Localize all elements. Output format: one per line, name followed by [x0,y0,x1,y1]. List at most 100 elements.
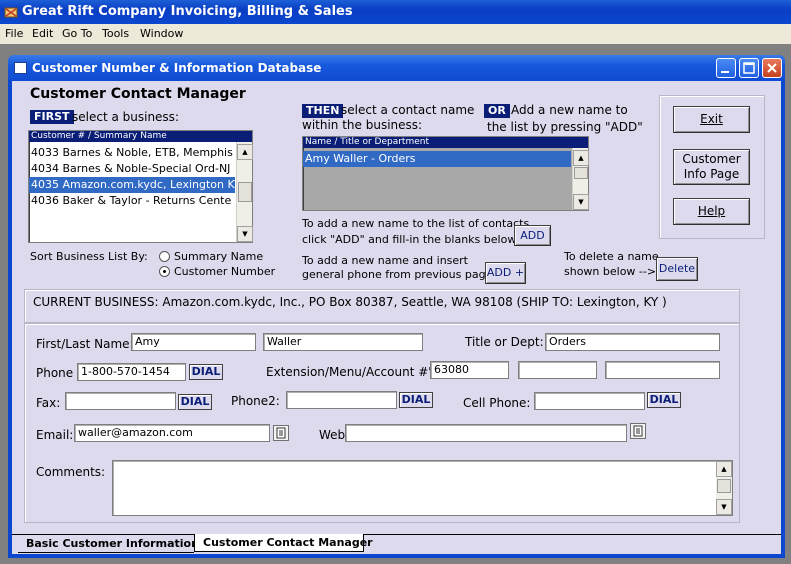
last-name-input[interactable]: Waller [263,333,423,351]
add-plus-button[interactable]: ADD + [485,262,526,284]
scroll-thumb[interactable] [574,167,588,179]
cell-phone-label: Cell Phone: [463,396,531,410]
phone-label: Phone [36,366,74,380]
contact-list-item-selected[interactable]: Amy Waller - Orders [303,151,571,167]
menu-goto[interactable]: Go To [62,27,92,40]
minimize-button[interactable] [716,58,736,78]
comments-textarea[interactable] [112,460,733,516]
maximize-button[interactable] [739,58,759,78]
menu-bar: File Edit Go To Tools Window [0,24,791,44]
website-input[interactable] [345,424,627,442]
email-notepad-icon[interactable] [273,425,289,441]
sort-summary-radio[interactable] [159,251,170,262]
extension-label: Extension/Menu/Account #'s: [266,365,442,379]
then-tag: THEN [302,104,344,118]
name-label: First/Last Name: [36,337,134,351]
or-instruction-1: Add a new name to [511,103,628,117]
first-tag: FIRST [30,110,74,124]
scroll-down-icon[interactable]: ▼ [237,226,253,242]
maximize-icon [743,62,755,74]
business-listbox[interactable]: Customer # / Summary Name 4033 Barnes & … [28,130,253,243]
or-tag: OR [484,104,510,118]
app-icon [4,7,18,18]
phone2-input[interactable] [286,391,397,409]
exit-button[interactable]: Exit [673,106,750,133]
add-button[interactable]: ADD [514,225,551,246]
contact-listbox[interactable]: Name / Title or Department Amy Waller - … [302,136,589,211]
addplus-instruction-1: To add a new name and insert [302,254,468,267]
menu-file[interactable]: File [5,27,23,40]
page-title: Customer Contact Manager [30,86,246,102]
first-instruction: select a business: [72,110,179,124]
business-list-item[interactable]: 4034 Barnes & Noble-Special Ord-NJ [29,161,235,177]
title-dept-input[interactable]: Orders [545,333,720,351]
sort-customer-radio[interactable] [159,266,170,277]
business-list-scrollbar[interactable]: ▲ ▼ [236,142,253,242]
current-business-text: CURRENT BUSINESS: Amazon.com.kydc, Inc.,… [33,295,667,309]
phone-input[interactable]: 1-800-570-1454 [77,363,186,381]
delete-instruction-2: shown below --> [564,265,657,278]
customer-info-label-2: Info Page [683,167,740,181]
scroll-up-icon[interactable]: ▲ [237,144,253,160]
scroll-up-icon[interactable]: ▲ [716,461,732,477]
help-button[interactable]: Help [673,198,750,225]
window-icon [14,62,27,74]
phone2-dial-button[interactable]: DIAL [399,392,433,408]
comments-label: Comments: [36,465,106,479]
title-label: Title or Dept: [465,335,544,349]
business-list-header: Customer # / Summary Name [29,131,252,142]
close-icon [767,63,777,73]
exit-label: Exit [700,112,723,126]
fax-label: Fax: [36,396,61,410]
email-input[interactable]: waller@amazon.com [74,424,270,442]
app-title: Great Rift Company Invoicing, Billing & … [22,4,353,19]
child-window-title-bar: Customer Number & Information Database [8,55,785,81]
business-list-item-selected[interactable]: 4035 Amazon.com.kydc, Lexington KY [29,177,241,193]
app-title-bar: Great Rift Company Invoicing, Billing & … [0,0,791,24]
help-label: Help [697,204,726,218]
then-instruction-2: within the business: [302,118,423,132]
email-label: Email: [36,428,74,442]
fax-input[interactable] [65,392,176,410]
customer-info-label-1: Customer [682,152,741,166]
phone-dial-button[interactable]: DIAL [189,364,223,380]
notepad-icon [276,427,286,439]
minimize-icon [721,71,729,73]
menu-edit[interactable]: Edit [32,27,53,40]
business-list-item[interactable]: 4036 Baker & Taylor - Returns Cente [29,193,235,209]
website-notepad-icon[interactable] [630,423,646,439]
close-button[interactable] [762,58,782,78]
sort-summary-label: Summary Name [174,250,264,263]
addplus-instruction-2: general phone from previous page-> [302,268,506,281]
delete-button[interactable]: Delete [656,257,698,281]
notepad-icon [633,425,643,437]
contact-list-scrollbar[interactable]: ▲ ▼ [572,148,589,210]
customer-info-page-button[interactable]: Customer Info Page [673,149,750,185]
add-instruction-2: click "ADD" and fill-in the blanks below… [302,233,537,246]
scroll-thumb[interactable] [238,182,252,202]
comments-scrollbar[interactable]: ▲ ▼ [716,461,732,515]
or-instruction-2: the list by pressing "ADD" [487,120,643,134]
scroll-thumb[interactable] [717,479,731,493]
fax-dial-button[interactable]: DIAL [178,394,212,410]
cell-phone-input[interactable] [534,392,645,410]
scroll-down-icon[interactable]: ▼ [716,499,732,515]
menu-window[interactable]: Window [140,27,183,40]
cell-dial-button[interactable]: DIAL [647,392,681,408]
contact-list-header: Name / Title or Department [303,137,588,148]
extension-input-1[interactable]: 63080 [430,361,509,379]
extension-input-3[interactable] [605,361,720,379]
menu-tools[interactable]: Tools [102,27,129,40]
sort-customer-label: Customer Number [174,265,276,278]
sort-label: Sort Business List By: [30,250,148,263]
extension-input-2[interactable] [518,361,597,379]
scroll-down-icon[interactable]: ▼ [573,194,589,210]
first-name-input[interactable]: Amy [131,333,256,351]
child-window-title: Customer Number & Information Database [32,61,322,75]
scroll-up-icon[interactable]: ▲ [573,150,589,166]
add-instruction-1: To add a new name to the list of contact… [302,217,533,230]
then-instruction-1: select a contact name [341,103,475,117]
tab-customer-contact-manager[interactable]: Customer Contact Manager [194,534,373,552]
business-list-item[interactable]: 4033 Barnes & Noble, ETB, Memphis [29,145,235,161]
tab-basic-customer-information[interactable]: Basic Customer Information [18,535,199,553]
